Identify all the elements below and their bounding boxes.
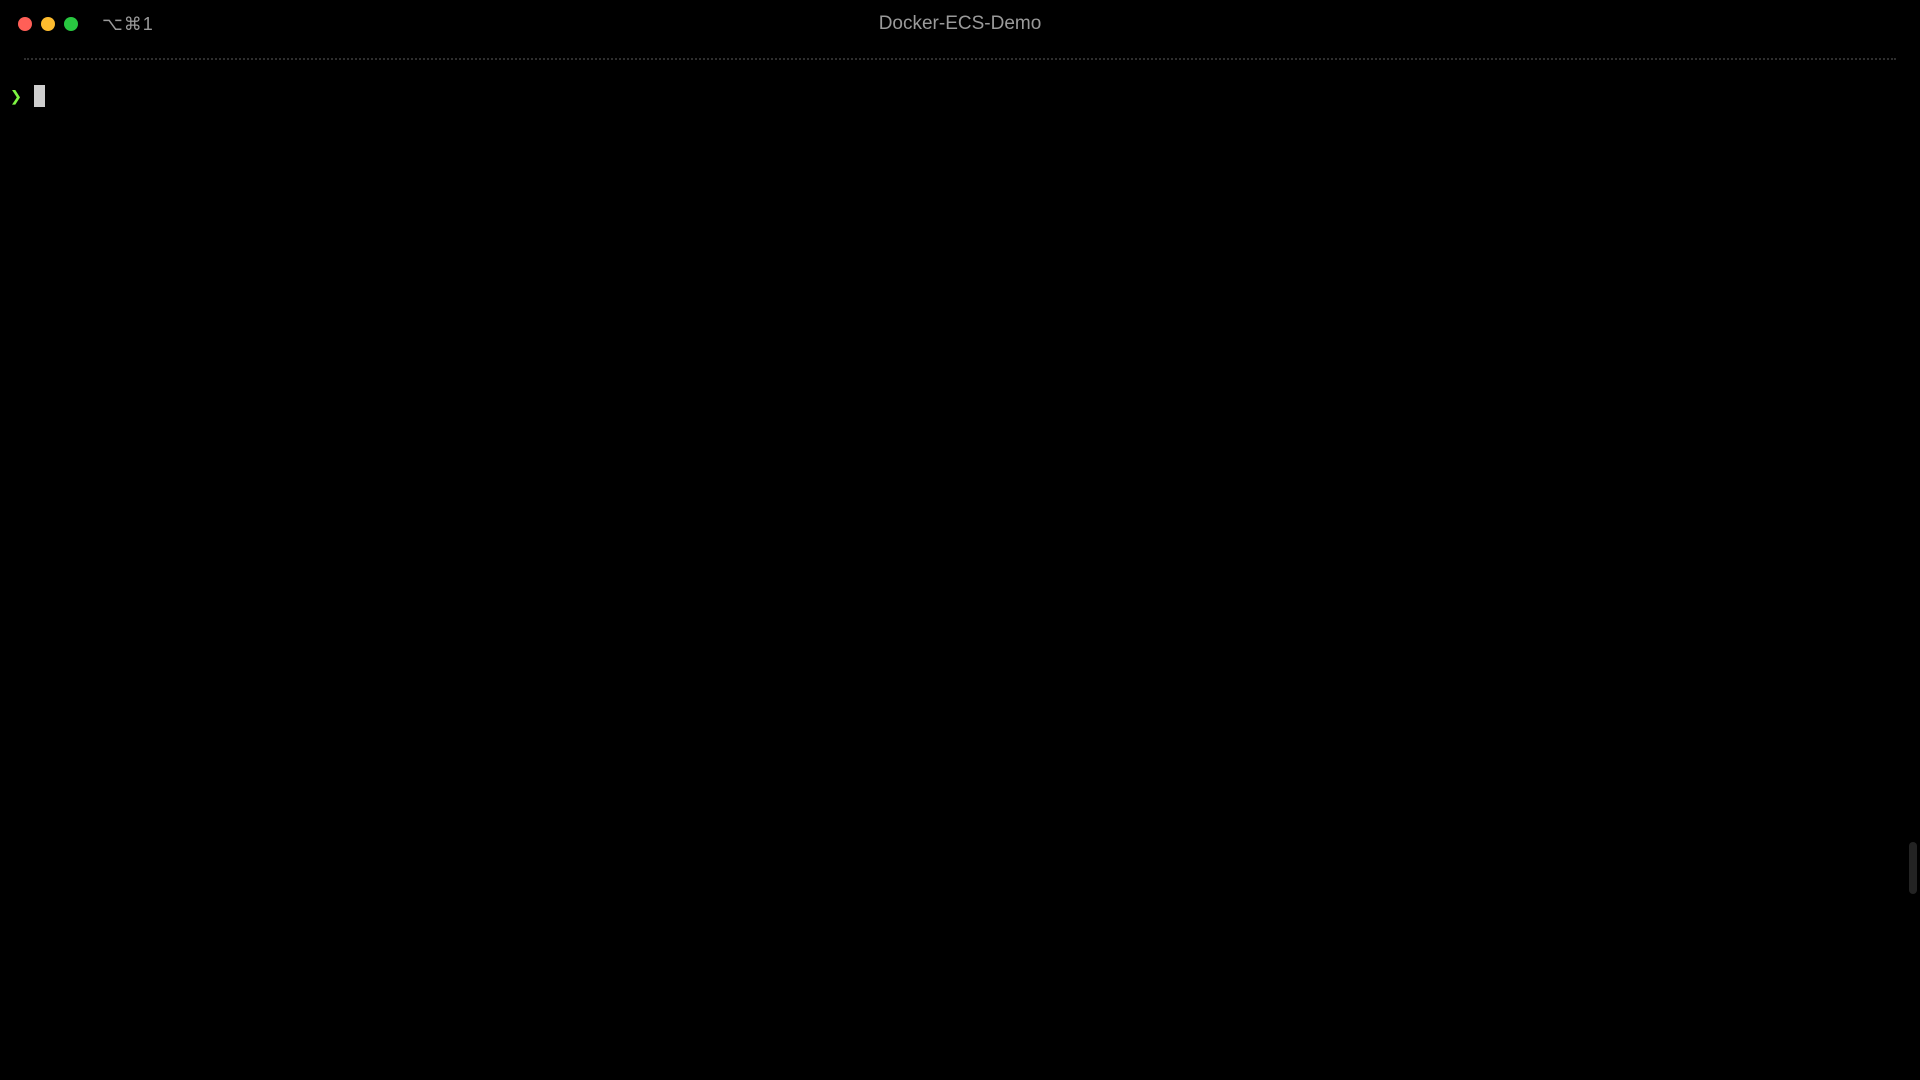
minimize-icon[interactable] bbox=[41, 17, 55, 31]
close-icon[interactable] bbox=[18, 17, 32, 31]
prompt-symbol-icon: ❯ bbox=[10, 84, 22, 108]
terminal-area[interactable]: ❯ bbox=[10, 78, 1910, 1080]
pane-shortcut-badge: ⌥⌘1 bbox=[102, 14, 154, 35]
prompt-line: ❯ bbox=[10, 78, 1910, 108]
divider-line bbox=[24, 58, 1896, 60]
scrollbar-thumb[interactable] bbox=[1909, 842, 1917, 894]
window-title: Docker-ECS-Demo bbox=[879, 13, 1042, 35]
titlebar: ⌥⌘1 Docker-ECS-Demo bbox=[0, 0, 1920, 48]
traffic-lights bbox=[18, 17, 78, 31]
cursor-block-icon bbox=[34, 85, 45, 107]
maximize-icon[interactable] bbox=[64, 17, 78, 31]
